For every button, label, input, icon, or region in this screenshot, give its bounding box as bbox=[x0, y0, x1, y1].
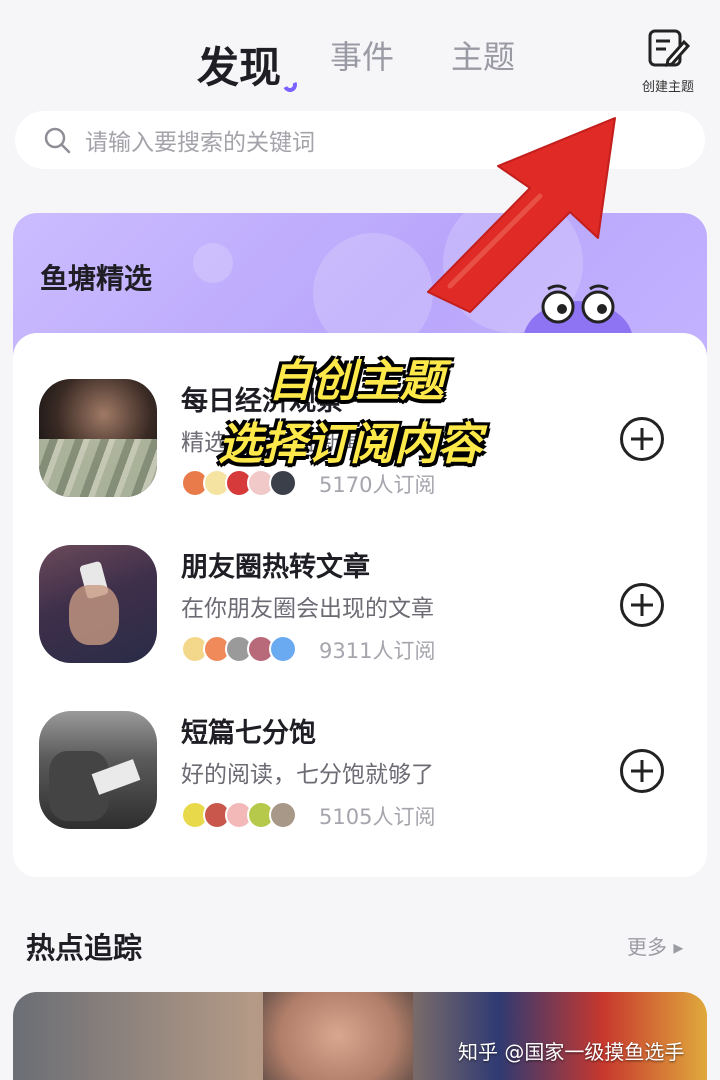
subscriber-avatars bbox=[181, 635, 297, 665]
item-title: 朋友圈热转文章 bbox=[181, 552, 370, 583]
thumbnail-money bbox=[39, 379, 157, 497]
avatar bbox=[269, 635, 297, 663]
decor-bubble bbox=[193, 243, 233, 283]
search-placeholder: 请输入要搜索的关键词 bbox=[85, 130, 315, 156]
subscribe-plus-icon[interactable] bbox=[620, 417, 664, 461]
edit-icon bbox=[648, 29, 691, 67]
more-link[interactable]: 更多 ▸ bbox=[627, 931, 683, 960]
thumbnail-phone-person bbox=[39, 545, 157, 663]
pond-title: 鱼塘精选 bbox=[40, 262, 153, 295]
list-item[interactable]: 朋友圈热转文章 在你朋友圈会出现的文章 9311人订阅 bbox=[13, 545, 707, 675]
tab-topics[interactable]: 主题 bbox=[451, 32, 515, 78]
active-tab-indicator bbox=[281, 76, 299, 94]
overlay-caption-line2: 选择订阅内容 bbox=[218, 419, 482, 470]
list-item[interactable]: 短篇七分饱 好的阅读，七分饱就够了 5105人订阅 bbox=[13, 711, 707, 841]
subscribe-plus-icon[interactable] bbox=[620, 583, 664, 627]
overlay-caption-line1: 自创主题 bbox=[268, 356, 444, 407]
avatar bbox=[269, 469, 297, 497]
tab-discover[interactable]: 发现 bbox=[197, 34, 281, 95]
subscriber-count: 5170人订阅 bbox=[319, 473, 436, 497]
tab-events[interactable]: 事件 bbox=[330, 32, 394, 78]
subscriber-count: 9311人订阅 bbox=[319, 639, 436, 663]
create-topic-button[interactable]: 创建主题 bbox=[630, 28, 706, 95]
create-topic-label: 创建主题 bbox=[641, 80, 694, 95]
subscriber-avatars bbox=[181, 469, 297, 499]
section-title-hot: 热点追踪 bbox=[26, 931, 143, 965]
avatar bbox=[269, 801, 297, 829]
thumbnail-reading bbox=[39, 711, 157, 829]
item-description: 在你朋友圈会出现的文章 bbox=[181, 596, 434, 622]
search-icon bbox=[44, 127, 71, 154]
subscriber-count: 5105人订阅 bbox=[319, 805, 436, 829]
item-description: 好的阅读，七分饱就够了 bbox=[181, 762, 434, 788]
red-arrow-icon bbox=[427, 117, 616, 313]
item-title: 短篇七分饱 bbox=[181, 718, 316, 749]
subscriber-avatars bbox=[181, 801, 297, 831]
top-bar: 发现 事件 主题 创建主题 bbox=[0, 0, 720, 105]
watermark: 知乎 @国家一级摸鱼选手 bbox=[458, 1040, 685, 1064]
subscribe-plus-icon[interactable] bbox=[620, 749, 664, 793]
